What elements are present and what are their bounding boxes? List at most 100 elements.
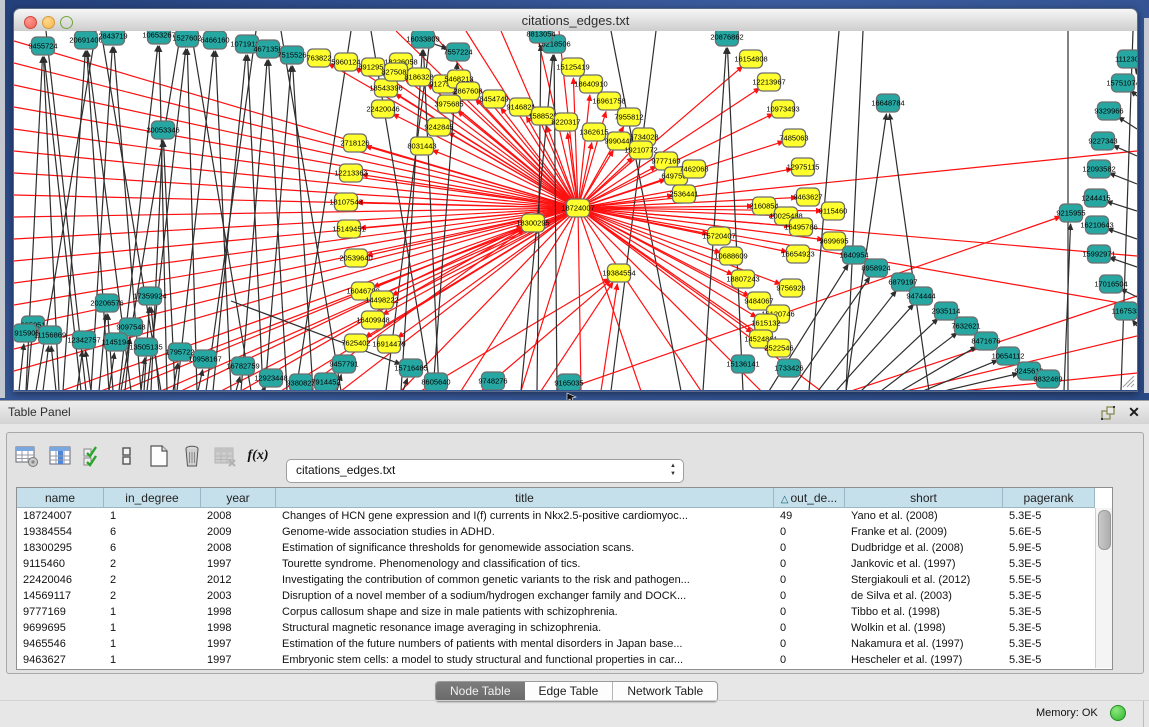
tab-edge-table[interactable]: Edge Table — [525, 682, 613, 701]
column-header-title[interactable]: title — [276, 488, 774, 508]
table-row[interactable]: 1830029562008Estimation of significance … — [17, 540, 1095, 556]
table-cell[interactable]: 0 — [774, 604, 845, 620]
graph-edge[interactable] — [1109, 173, 1137, 184]
graph-edge[interactable] — [198, 370, 203, 390]
tab-network-table[interactable]: Network Table — [613, 682, 717, 701]
table-cell[interactable]: 2012 — [201, 572, 276, 588]
graph-edge[interactable] — [293, 66, 313, 390]
table-cell[interactable]: 2 — [104, 588, 201, 604]
graph-edge[interactable] — [265, 66, 291, 390]
network-canvas[interactable]: 1872400718300295193845549455724206914062… — [14, 31, 1137, 390]
citation-network-graph[interactable]: 1872400718300295193845549455724206914062… — [14, 31, 1137, 390]
graph-edge[interactable] — [43, 346, 49, 390]
table-cell[interactable]: Wolkin et al. (1998) — [845, 620, 1003, 636]
table-row[interactable]: 946362711997Embryonic stem cells: a mode… — [17, 652, 1095, 668]
new-column-icon[interactable] — [147, 444, 171, 468]
row-mode-icon[interactable] — [114, 444, 138, 468]
delete-table-icon[interactable] — [213, 444, 237, 468]
table-cell[interactable]: 0 — [774, 572, 845, 588]
table-cell[interactable]: 1998 — [201, 620, 276, 636]
table-cell[interactable]: Genome-wide association studies in ADHD. — [276, 524, 774, 540]
table-cell[interactable]: 0 — [774, 588, 845, 604]
table-cell[interactable]: Jankovic et al. (1997) — [845, 556, 1003, 572]
graph-edge[interactable] — [1121, 289, 1137, 297]
graph-edge[interactable] — [1064, 224, 1071, 390]
delete-column-icon[interactable] — [180, 444, 204, 468]
window-titlebar[interactable]: citations_edges.txt — [14, 9, 1137, 32]
table-cell[interactable]: 18724007 — [17, 508, 104, 524]
table-cell[interactable]: Hescheler et al. (1997) — [845, 652, 1003, 668]
graph-edge[interactable] — [403, 378, 407, 390]
graph-edge[interactable] — [191, 31, 251, 390]
table-cell[interactable]: 5.3E-5 — [1003, 508, 1095, 524]
resize-grip-icon[interactable] — [1121, 374, 1135, 388]
table-cell[interactable]: 5.9E-5 — [1003, 540, 1095, 556]
table-cell[interactable]: 0 — [774, 524, 845, 540]
table-cell[interactable]: Tibbo et al. (1998) — [845, 604, 1003, 620]
graph-edge[interactable] — [1118, 117, 1137, 129]
table-cell[interactable]: 2 — [104, 556, 201, 572]
table-cell[interactable]: 5.5E-5 — [1003, 572, 1095, 588]
table-cell[interactable]: 1 — [104, 636, 201, 652]
table-cell[interactable]: Structural magnetic resonance image aver… — [276, 620, 774, 636]
graph-edge[interactable] — [791, 277, 870, 390]
graph-edge[interactable] — [19, 344, 24, 390]
scrollbar-thumb[interactable] — [1098, 510, 1111, 550]
table-cell[interactable]: Tourette syndrome. Phenomenology and cla… — [276, 556, 774, 572]
table-row[interactable]: 2242004622012Investigating the contribut… — [17, 572, 1095, 588]
table-cell[interactable]: 1997 — [201, 556, 276, 572]
graph-edge[interactable] — [99, 314, 106, 390]
table-cell[interactable]: 5.3E-5 — [1003, 652, 1095, 668]
table-cell[interactable]: 1997 — [201, 652, 276, 668]
graph-edge[interactable] — [14, 208, 578, 305]
table-cell[interactable]: 0 — [774, 652, 845, 668]
table-cell[interactable]: 0 — [774, 620, 845, 636]
table-cell[interactable]: 5.3E-5 — [1003, 588, 1095, 604]
column-header-short[interactable]: short — [845, 488, 1003, 508]
table-cell[interactable]: 1 — [104, 620, 201, 636]
show-columns-icon[interactable] — [48, 444, 72, 468]
table-cell[interactable]: Franke et al. (2009) — [845, 524, 1003, 540]
graph-edge[interactable] — [85, 351, 91, 390]
graph-edge[interactable] — [109, 353, 114, 390]
function-builder-icon[interactable]: f(x) — [246, 444, 270, 468]
tab-node-table[interactable]: Node Table — [436, 682, 525, 701]
table-cell[interactable]: 0 — [774, 540, 845, 556]
table-cell[interactable]: 5.3E-5 — [1003, 620, 1095, 636]
graph-edge[interactable] — [159, 46, 167, 390]
table-cell[interactable]: 9115460 — [17, 556, 104, 572]
table-cell[interactable]: de Silva et al. (2003) — [845, 588, 1003, 604]
memory-status-indicator[interactable] — [1110, 705, 1126, 721]
table-cell[interactable]: Changes of HCN gene expression and I(f) … — [276, 508, 774, 524]
column-header-pagerank[interactable]: pagerank — [1003, 488, 1095, 508]
column-header-name[interactable]: name — [17, 488, 104, 508]
graph-edge[interactable] — [14, 173, 578, 208]
graph-edge[interactable] — [727, 48, 743, 390]
table-selector-dropdown[interactable]: citations_edges.txt ▲▼ — [286, 459, 684, 483]
select-columns-icon[interactable] — [81, 444, 105, 468]
table-cell[interactable]: 0 — [774, 636, 845, 652]
graph-edge[interactable] — [923, 360, 998, 390]
column-header-out-degree[interactable]: △out_de... — [774, 488, 845, 508]
table-settings-icon[interactable] — [15, 444, 39, 468]
table-cell[interactable]: 1997 — [201, 636, 276, 652]
table-cell[interactable]: 5.6E-5 — [1003, 524, 1095, 540]
table-row[interactable]: 1872400712008Changes of HCN gene express… — [17, 508, 1095, 524]
table-cell[interactable]: 1 — [104, 652, 201, 668]
table-cell[interactable]: 9463627 — [17, 652, 104, 668]
graph-edge[interactable] — [578, 208, 581, 390]
table-cell[interactable]: 9465546 — [17, 636, 104, 652]
table-cell[interactable]: 2008 — [201, 508, 276, 524]
graph-edge[interactable] — [861, 319, 938, 390]
table-cell[interactable]: 1998 — [201, 604, 276, 620]
table-cell[interactable]: 2008 — [201, 540, 276, 556]
table-cell[interactable]: Stergiakouli et al. (2012) — [845, 572, 1003, 588]
table-cell[interactable]: 6 — [104, 540, 201, 556]
graph-edge[interactable] — [818, 291, 896, 390]
graph-edge[interactable] — [1106, 201, 1137, 211]
table-cell[interactable]: 6 — [104, 524, 201, 540]
float-panel-icon[interactable] — [1100, 405, 1116, 421]
table-cell[interactable]: 1 — [104, 508, 201, 524]
column-header-in-degree[interactable]: in_degree — [104, 488, 201, 508]
table-cell[interactable]: Nakamura et al. (1997) — [845, 636, 1003, 652]
